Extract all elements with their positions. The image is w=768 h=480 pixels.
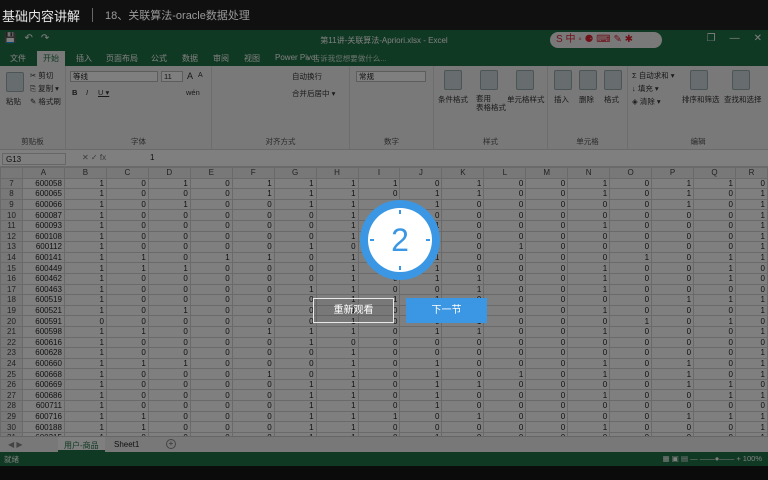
course-title: 基础内容讲解 [2, 8, 81, 24]
next-lesson-button[interactable]: 下一节 [406, 298, 487, 323]
video-bottom-bar [0, 466, 768, 480]
title-divider [92, 8, 94, 22]
countdown-timer: 2 [360, 200, 440, 280]
countdown-number: 2 [391, 222, 409, 258]
replay-button[interactable]: 重新观看 [313, 298, 394, 323]
video-title-bar: 基础内容讲解 18、关联算法-oracle数据处理 [0, 0, 768, 30]
lesson-title: 18、关联算法-oracle数据处理 [105, 10, 250, 22]
